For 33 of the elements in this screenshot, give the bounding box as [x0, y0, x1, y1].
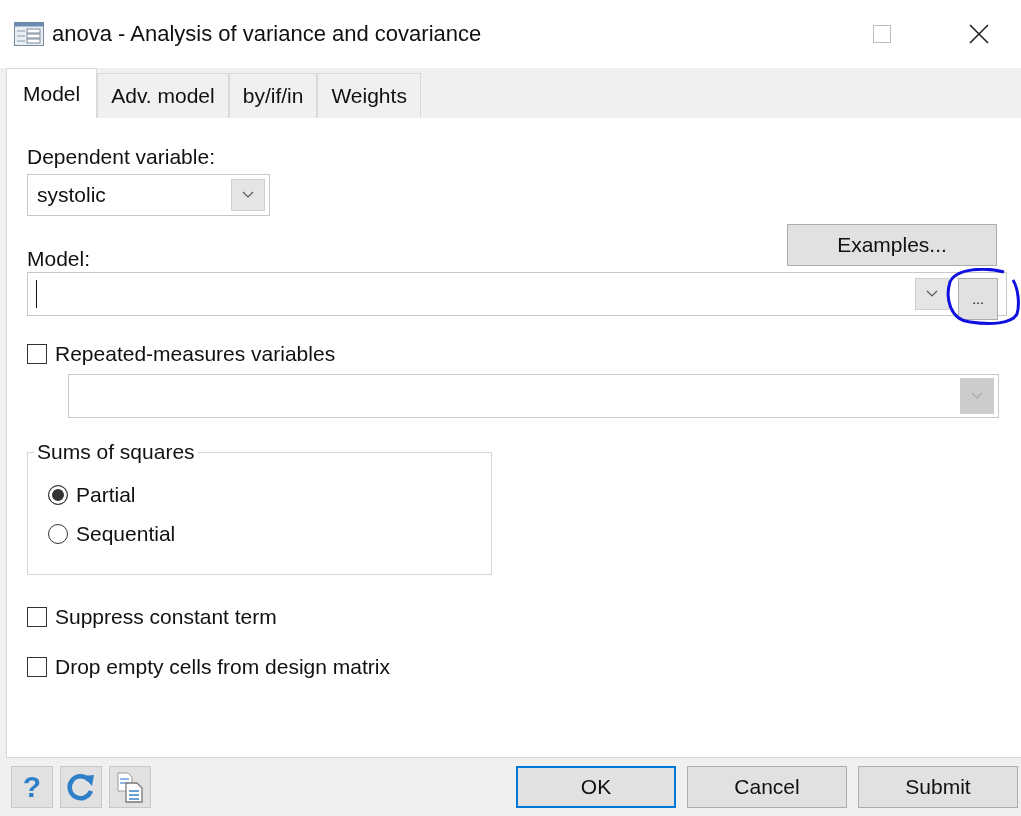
copy-button[interactable] [109, 766, 151, 808]
close-icon[interactable] [969, 24, 989, 44]
examples-button[interactable]: Examples... [787, 224, 997, 266]
checkbox-label: Repeated-measures variables [55, 342, 336, 366]
model-field[interactable] [27, 272, 1007, 316]
field-label: Dependent variable: [27, 144, 215, 170]
reset-button[interactable] [60, 766, 102, 808]
radio-button[interactable] [48, 524, 68, 544]
tab[interactable]: Weights [317, 73, 421, 118]
dialog-button[interactable]: OK [516, 766, 676, 808]
form-icon [14, 22, 44, 46]
field-label: Model: [27, 246, 91, 272]
documents-icon [115, 771, 145, 803]
checkbox-label: Suppress constant term [55, 605, 277, 629]
checkbox[interactable] [27, 607, 47, 627]
dependent-variable-dropdown[interactable]: systolic [27, 174, 270, 216]
refresh-icon [66, 772, 96, 802]
chevron-icon[interactable] [915, 278, 949, 310]
tab[interactable]: Model [6, 68, 98, 118]
chevron-icon [960, 378, 994, 414]
radio-button[interactable] [48, 485, 68, 505]
tab[interactable]: by/if/in [228, 73, 318, 118]
window-title: anova - Analysis of variance and covariance [52, 21, 482, 47]
dialog-button[interactable]: Cancel [687, 766, 847, 808]
radio-label: Sequential [76, 522, 176, 546]
browse-button[interactable]: ... [958, 278, 998, 320]
tab[interactable]: Adv. model [97, 73, 229, 118]
dialog-button[interactable]: Submit [858, 766, 1018, 808]
checkbox[interactable] [27, 657, 47, 677]
checkbox-label: Drop empty cells from design matrix [55, 655, 390, 679]
checkbox[interactable] [27, 344, 47, 364]
chevron-icon [231, 179, 265, 211]
radio-label: Partial [76, 483, 136, 507]
